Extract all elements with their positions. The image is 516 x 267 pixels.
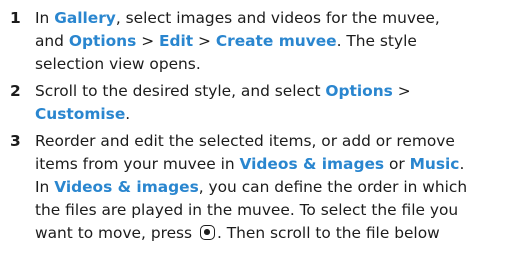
menu-term: Create muvee (215, 32, 337, 50)
step-number: 3 (10, 132, 21, 150)
text-segment: > (193, 32, 216, 50)
step-text-line: and Options > Edit > Create muvee. The s… (35, 30, 516, 53)
text-segment: selection view opens. (35, 55, 201, 73)
step-1: 1 In Gallery, select images and videos fo… (10, 7, 516, 76)
text-segment: . The style (336, 32, 417, 50)
menu-term: Options (68, 32, 137, 50)
text-segment: , select images and videos for the muvee… (115, 9, 440, 27)
text-segment: > (392, 82, 411, 100)
step-number: 2 (10, 82, 21, 100)
text-segment: In (35, 9, 55, 27)
menu-term: Gallery (54, 9, 116, 27)
text-segment: In (35, 178, 55, 196)
text-segment: , you can define the order in which (198, 178, 468, 196)
menu-term: Customise (35, 105, 126, 123)
step-text-line: want to move, press . Then scroll to the… (35, 222, 516, 245)
step-text-line: Reorder and edit the selected items, or … (35, 130, 516, 153)
step-2: 2 Scroll to the desired style, and select… (10, 80, 516, 126)
text-segment: and (35, 32, 69, 50)
step-text-line: selection view opens. (35, 53, 516, 76)
menu-term: Videos & images (239, 155, 385, 173)
text-segment: . Then scroll to the file below (216, 224, 440, 242)
text-segment: the files are played in the muvee. To se… (35, 201, 459, 219)
menu-term: Edit (158, 32, 194, 50)
step-text-line: In Gallery, select images and videos for… (35, 7, 516, 30)
text-segment: Scroll to the desired style, and select (35, 82, 326, 100)
menu-term: Options (325, 82, 393, 100)
step-text-line: the files are played in the muvee. To se… (35, 199, 516, 222)
step-number: 1 (10, 9, 21, 27)
menu-term: Videos & images (54, 178, 199, 196)
step-text-line: items from your muvee in Videos & images… (35, 153, 516, 176)
selection-key-icon (199, 225, 215, 240)
text-segment: items from your muvee in (35, 155, 240, 173)
instruction-steps: 1 In Gallery, select images and videos fo… (10, 7, 516, 249)
step-text-line: In Videos & images, you can define the o… (35, 176, 516, 199)
step-3: 3 Reorder and edit the selected items, or… (10, 130, 516, 245)
menu-term: Music (409, 155, 460, 173)
text-segment: want to move, press (35, 224, 197, 242)
text-segment: or (384, 155, 410, 173)
text-segment: Reorder and edit the selected items, or … (35, 132, 455, 150)
text-segment: > (136, 32, 159, 50)
text-segment: . (125, 105, 131, 123)
step-text-line: Customise. (35, 103, 516, 126)
text-segment: . (459, 155, 465, 173)
step-text-line: Scroll to the desired style, and select … (35, 80, 516, 103)
